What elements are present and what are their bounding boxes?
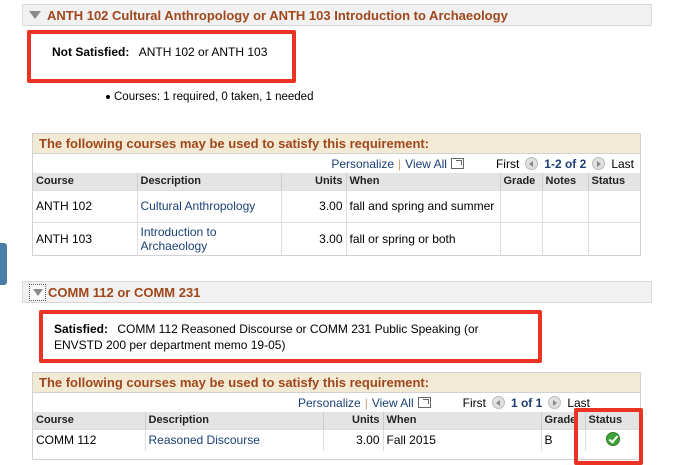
course-description-link[interactable]: Introduction to Archaeology [141, 225, 217, 253]
col-status: Status [588, 173, 640, 190]
next-arrow-icon[interactable] [548, 396, 562, 409]
zoom-icon[interactable] [450, 158, 464, 169]
highlight-box [574, 408, 643, 465]
course-notes [542, 189, 589, 222]
course-units: 3.00 [281, 189, 347, 222]
course-units: 3.00 [281, 221, 347, 255]
grid-navigation: Personalize | View All First 1-2 of 2 La… [331, 156, 634, 171]
zoom-icon[interactable] [417, 397, 431, 408]
course-grade [500, 189, 543, 222]
view-all-link[interactable]: View All [405, 157, 447, 171]
course-when: fall or spring or both [346, 221, 501, 255]
col-description: Description [145, 412, 324, 429]
grid-title: The following courses may be used to sat… [33, 373, 640, 393]
course-code: COMM 112 [33, 428, 146, 451]
course-grid-anth: The following courses may be used to sat… [32, 133, 641, 256]
col-course: Course [33, 173, 138, 190]
col-grade: Grade [500, 173, 543, 190]
course-grade [500, 221, 543, 255]
highlight-box [39, 310, 542, 363]
table-row: COMM 112 Reasoned Discourse 3.00 Fall 20… [33, 428, 640, 451]
last-label[interactable]: Last [611, 157, 634, 171]
course-notes [542, 221, 589, 255]
row-range: 1-2 of 2 [544, 156, 587, 171]
course-code: ANTH 102 [33, 189, 138, 222]
col-when: When [346, 173, 501, 190]
course-units: 3.00 [323, 428, 384, 451]
col-notes: Notes [542, 173, 589, 190]
table-row: ANTH 103 Introduction to Archaeology 3.0… [33, 221, 640, 255]
course-code: ANTH 103 [33, 221, 138, 255]
first-label[interactable]: First [463, 396, 486, 410]
next-arrow-icon[interactable] [592, 157, 606, 170]
col-when: When [383, 412, 542, 429]
section-header-comm[interactable]: COMM 112 or COMM 231 [22, 281, 652, 303]
col-units: Units [281, 173, 347, 190]
col-description: Description [137, 173, 282, 190]
courses-summary: Courses: 1 required, 0 taken, 1 needed [106, 91, 313, 103]
course-description-link[interactable]: Reasoned Discourse [149, 433, 260, 447]
section-title: COMM 112 or COMM 231 [48, 284, 201, 300]
course-when: Fall 2015 [383, 428, 542, 451]
col-units: Units [323, 412, 384, 429]
collapse-toggle[interactable] [29, 283, 46, 301]
row-range: 1 of 1 [510, 395, 543, 410]
col-course: Course [33, 412, 146, 429]
course-description-link[interactable]: Cultural Anthropology [141, 199, 256, 213]
first-label[interactable]: First [496, 157, 519, 171]
course-status [588, 189, 640, 222]
course-grid-comm: The following courses may be used to sat… [32, 372, 641, 460]
collapse-triangle-icon[interactable] [29, 11, 41, 19]
grid-title: The following courses may be used to sat… [33, 134, 640, 154]
collapse-triangle-icon [32, 288, 43, 296]
course-table: Course Description Units When Grade Note… [33, 173, 640, 255]
personalize-link[interactable]: Personalize [298, 396, 361, 410]
section-header-anth[interactable]: ANTH 102 Cultural Anthropology or ANTH 1… [22, 4, 652, 26]
section-title: ANTH 102 Cultural Anthropology or ANTH 1… [47, 7, 508, 23]
course-when: fall and spring and summer [346, 189, 501, 222]
course-status [588, 221, 640, 255]
grid-navigation: Personalize | View All First 1 of 1 Last [298, 395, 590, 410]
table-row: ANTH 102 Cultural Anthropology 3.00 fall… [33, 189, 640, 222]
left-panel-tab[interactable] [0, 243, 7, 285]
prev-arrow-icon[interactable] [525, 157, 539, 170]
prev-arrow-icon[interactable] [491, 396, 505, 409]
personalize-link[interactable]: Personalize [331, 157, 394, 171]
course-table: Course Description Units When Grade Stat… [33, 412, 640, 451]
view-all-link[interactable]: View All [372, 396, 414, 410]
highlight-box [27, 30, 296, 83]
